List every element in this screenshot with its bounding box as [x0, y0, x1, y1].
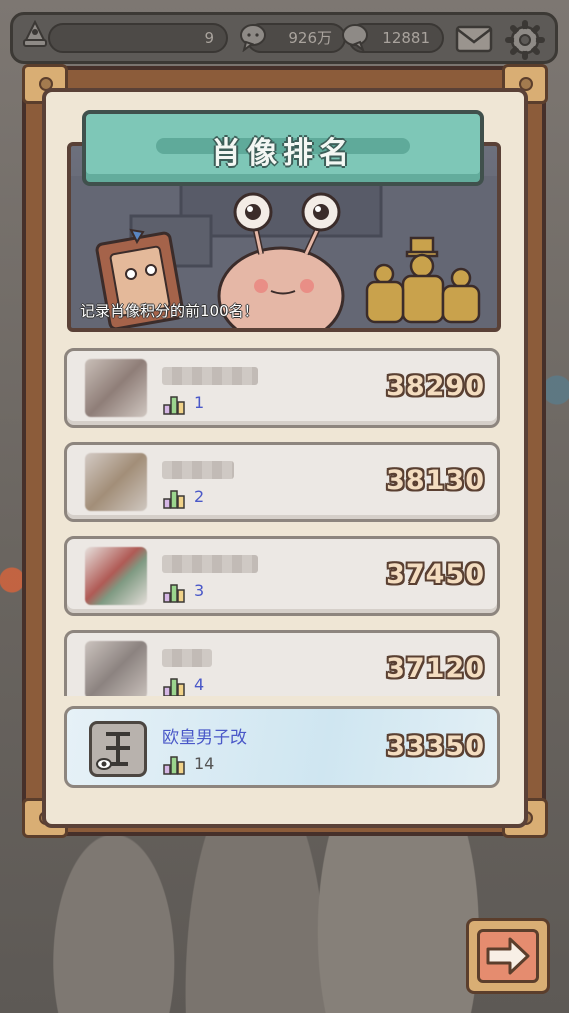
- gem-bubble-icon: [342, 24, 368, 52]
- gear-icon[interactable]: [504, 20, 546, 60]
- my-player-name: 欧皇男子改: [162, 728, 247, 748]
- banner-caption: 记录肖像积分的前100名！: [80, 302, 259, 320]
- ranking-row-3[interactable]: 3 37450: [64, 536, 500, 616]
- avatar[interactable]: [85, 359, 147, 417]
- coins-value: 926万: [288, 29, 332, 47]
- ranking-row-1[interactable]: 1 38290: [64, 348, 500, 428]
- portrait-score: 38130: [386, 465, 485, 496]
- player-count-display: 9: [48, 23, 228, 53]
- rank-number: 2: [194, 487, 205, 506]
- player-name-hidden: [162, 649, 212, 667]
- title-ribbon: 肖像排名: [82, 110, 484, 186]
- portrait-score: 37450: [386, 559, 485, 590]
- ranking-list[interactable]: 1 38290 2 38130 3 37450 4 37120: [62, 346, 502, 696]
- my-avatar[interactable]: [89, 721, 147, 777]
- portrait-icon: [96, 732, 130, 770]
- rank-number: 4: [194, 675, 205, 694]
- avatar[interactable]: [85, 641, 147, 696]
- portrait-score: 37120: [386, 653, 485, 684]
- arrow-right-icon: [486, 937, 530, 975]
- player-name-hidden: [162, 367, 258, 385]
- rank-number: 3: [194, 581, 205, 600]
- rank-bars-icon: [163, 678, 185, 696]
- avatar[interactable]: [85, 547, 147, 605]
- rank-bars-icon: [163, 490, 185, 509]
- rank-number: 1: [194, 393, 205, 412]
- player-count-value: 9: [204, 29, 214, 47]
- gems-value: 12881: [382, 29, 430, 47]
- player-name-hidden: [162, 555, 258, 573]
- next-button[interactable]: [466, 918, 550, 994]
- rank-bars-icon: [163, 584, 185, 603]
- my-rank-number: 14: [194, 754, 215, 773]
- scenery-right: [543, 330, 569, 460]
- avatar[interactable]: [85, 453, 147, 511]
- player-name-hidden: [162, 461, 234, 479]
- next-button-face[interactable]: [477, 929, 539, 983]
- rank-bars-icon: [163, 396, 185, 415]
- my-portrait-score: 33350: [386, 731, 485, 762]
- rank-bars-icon: [163, 756, 185, 775]
- portrait-score: 38290: [386, 371, 485, 402]
- ranking-row-4[interactable]: 4 37120: [64, 630, 500, 696]
- ranking-row-2[interactable]: 2 38130: [64, 442, 500, 522]
- mail-icon[interactable]: [454, 22, 494, 56]
- panel-title: 肖像排名: [211, 136, 355, 171]
- player-icon[interactable]: [20, 20, 50, 50]
- my-ranking-row[interactable]: 欧皇男子改 14 33350: [64, 706, 500, 788]
- chat-bubble-icon[interactable]: [238, 22, 268, 52]
